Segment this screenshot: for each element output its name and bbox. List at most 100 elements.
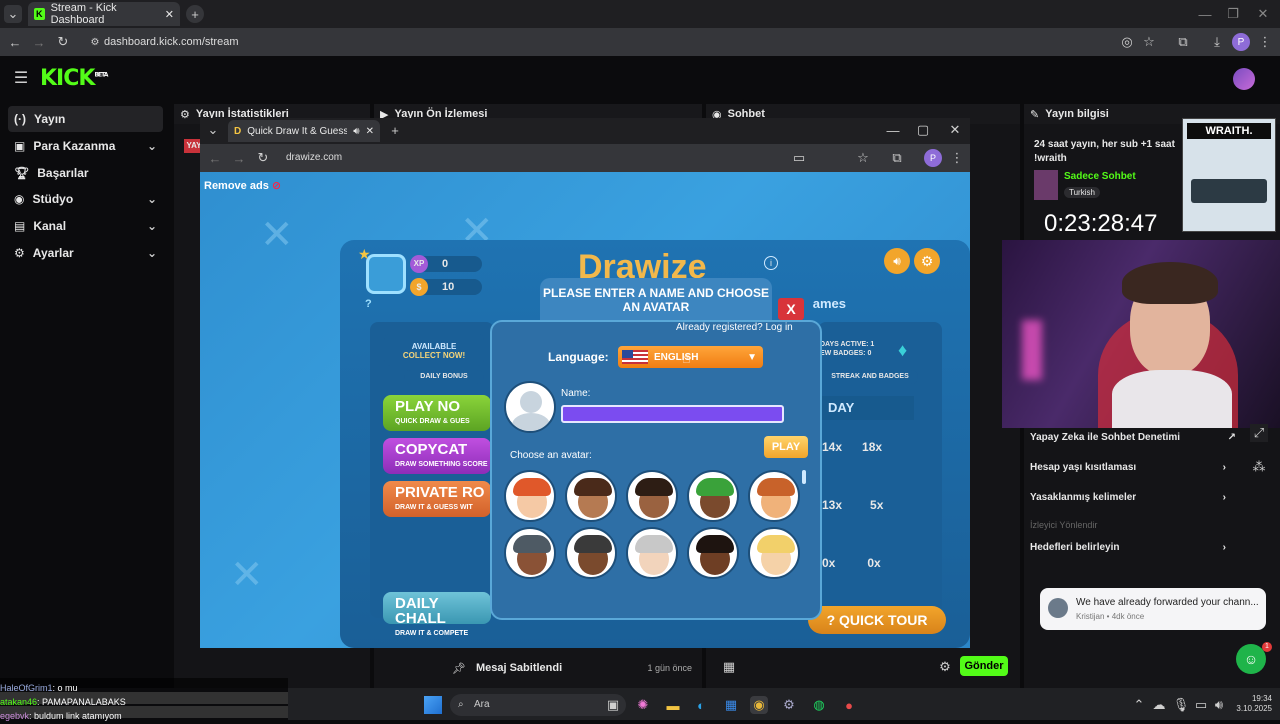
avatar-option[interactable] (626, 527, 678, 579)
expand-icon[interactable]: ⤢ (1250, 424, 1268, 442)
sidebar-item-studyo[interactable]: ◉ Stüdyo ⌄ (8, 186, 163, 212)
browser-tab[interactable]: K Stream - Kick Dashboard ✕ (28, 2, 180, 26)
taskbar-search[interactable]: ⌕ Ara (450, 694, 626, 716)
setting-account-age[interactable]: Hesap yaşı kısıtlaması › (1030, 462, 1226, 473)
help-icon[interactable]: ? (365, 298, 372, 310)
play-now-button[interactable]: PLAY NO QUICK DRAW & GUES (383, 395, 491, 431)
avatar-option[interactable] (748, 527, 800, 579)
volume-icon[interactable]: 🔊︎ (1210, 696, 1228, 714)
pinned-message[interactable]: 📌︎ Mesaj Sabitlendi 1 gün önce (440, 656, 702, 680)
sidebar-item-ayarlar[interactable]: ⚙ Ayarlar ⌄ (8, 240, 163, 266)
back-icon[interactable]: ← (206, 149, 224, 167)
chrome-icon[interactable]: ◉ (750, 696, 768, 714)
steam-icon[interactable]: ⚙ (780, 696, 798, 714)
kick-logo[interactable]: KICKBETA (40, 66, 108, 91)
profile-avatar[interactable]: P (924, 149, 942, 167)
inner-browser-tab[interactable]: D Quick Draw It & Guess 🔊︎ ✕ (228, 120, 380, 142)
daily-bonus-box[interactable]: AVAILABLE COLLECT NOW! (384, 334, 484, 366)
sidebar-item-para-kazanma[interactable]: ▣ Para Kazanma ⌄ (8, 133, 163, 159)
inner-url-field[interactable]: drawize.com (286, 152, 342, 163)
toast-meta: Kristijan • 4dk önce (1076, 612, 1145, 621)
tray-chevron-icon[interactable]: ⌃ (1130, 696, 1148, 714)
cast-icon[interactable]: ▭ (790, 149, 808, 167)
minimize-icon[interactable]: — (1196, 5, 1214, 23)
download-icon[interactable]: ⤓ (1208, 33, 1226, 51)
close-window-icon[interactable]: ✕ (946, 121, 964, 139)
close-tab-icon[interactable]: ✕ (366, 126, 374, 137)
microphone-icon[interactable]: 🎙︎ (1172, 696, 1190, 714)
setting-ai-moderation[interactable]: Yapay Zeka ile Sohbet Denetimi ↗ (1030, 432, 1236, 443)
private-room-button[interactable]: PRIVATE RO DRAW IT & GUESS WIT (383, 481, 491, 517)
modal-play-button[interactable]: PLAY (764, 436, 808, 458)
send-button[interactable]: Gönder (960, 656, 1008, 676)
menu-dots-icon[interactable]: ⋮ (1256, 33, 1274, 51)
tab-search-icon[interactable]: ⌄ (4, 5, 22, 23)
sound-icon[interactable]: 🔊︎ (884, 248, 910, 274)
menu-dots-icon[interactable]: ⋮ (948, 149, 966, 167)
extensions-icon[interactable]: ⧉ (888, 149, 906, 167)
app-icon[interactable]: ● (840, 696, 858, 714)
name-input[interactable] (561, 405, 784, 423)
network-icon[interactable]: ▭ (1192, 696, 1210, 714)
player-avatar[interactable] (366, 254, 406, 294)
maximize-icon[interactable]: ❐ (1224, 5, 1242, 23)
spotify-icon[interactable]: ◍ (810, 696, 828, 714)
remove-ads-link[interactable]: Remove ads ⊘ (204, 179, 281, 192)
task-view-icon[interactable]: ▣ (604, 696, 622, 714)
tab-list-icon[interactable]: ⌄ (204, 121, 222, 139)
copycat-button[interactable]: COPYCAT DRAW SOMETHING SCORE (383, 438, 491, 474)
new-tab-icon[interactable]: + (186, 5, 204, 23)
support-toast[interactable]: We have already forwarded your chann... … (1040, 588, 1266, 630)
audio-icon[interactable]: 🔊︎ (353, 126, 359, 137)
avatar-option[interactable] (626, 470, 678, 522)
hamburger-icon[interactable]: ☰ (12, 69, 30, 87)
sidebar-item-yayin[interactable]: (·) Yayın (8, 106, 163, 132)
avatar-option[interactable] (504, 470, 556, 522)
reload-icon[interactable]: ↻ (54, 33, 72, 51)
profile-avatar[interactable]: P (1232, 33, 1250, 51)
eye-off-icon[interactable]: ◎ (1118, 33, 1136, 51)
daily-challenge-button[interactable]: DAILY CHALL DRAW IT & COMPETE (383, 592, 491, 637)
maximize-icon[interactable]: ▢ (914, 121, 932, 139)
windows-start-icon[interactable] (424, 696, 442, 714)
user-avatar[interactable] (1233, 68, 1255, 90)
quick-tour-button[interactable]: ? QUICK TOUR (808, 606, 946, 634)
login-link[interactable]: Already registered? Log in (676, 322, 793, 333)
avatar-option[interactable] (687, 470, 739, 522)
back-icon[interactable]: ← (6, 33, 24, 51)
setting-goals[interactable]: Hedefleri belirleyin › (1030, 542, 1226, 553)
close-window-icon[interactable]: ✕ (1254, 5, 1272, 23)
reload-icon[interactable]: ↻ (254, 149, 272, 167)
close-tab-icon[interactable]: ✕ (165, 8, 174, 21)
settings-gear-icon[interactable]: ⚙ (914, 248, 940, 274)
copilot-icon[interactable]: ✺ (634, 696, 652, 714)
setting-banned-words[interactable]: Yasaklanmış kelimeler › (1030, 492, 1226, 503)
avatar-option[interactable] (565, 470, 617, 522)
new-tab-icon[interactable]: + (386, 121, 404, 139)
apps-icon[interactable]: ⁂ (1250, 458, 1268, 476)
gift-icon[interactable]: ▦ (720, 658, 738, 676)
avatar-option[interactable] (748, 470, 800, 522)
avatar-option[interactable] (687, 527, 739, 579)
sidebar-item-basarilar[interactable]: 🏆︎ Başarılar (8, 160, 163, 186)
extensions-icon[interactable]: ⧉ (1174, 33, 1192, 51)
forward-icon[interactable]: → (230, 149, 248, 167)
file-explorer-icon[interactable]: ▬ (664, 696, 682, 714)
url-field[interactable]: dashboard.kick.com/stream (82, 33, 1112, 51)
edge-icon[interactable]: ◐ (692, 696, 710, 714)
star-icon[interactable]: ☆ (1140, 33, 1158, 51)
forward-icon[interactable]: → (30, 33, 48, 51)
store-icon[interactable]: ▦ (722, 696, 740, 714)
modal-close-button[interactable]: X (778, 298, 804, 320)
avatar-scrollbar[interactable] (802, 470, 806, 484)
chat-settings-icon[interactable]: ⚙ (936, 658, 954, 676)
sidebar-item-kanal[interactable]: ▤ Kanal ⌄ (8, 213, 163, 239)
minimize-icon[interactable]: — (884, 121, 902, 139)
avatar-option[interactable] (504, 527, 556, 579)
category-name[interactable]: Sadece Sohbet (1064, 171, 1136, 182)
taskbar-clock[interactable]: 19:34 3.10.2025 (1232, 694, 1272, 714)
avatar-option[interactable] (565, 527, 617, 579)
site-info-icon[interactable]: ⚙ (86, 33, 104, 51)
star-icon[interactable]: ☆ (854, 149, 872, 167)
tray-icon[interactable]: ☁ (1150, 696, 1168, 714)
